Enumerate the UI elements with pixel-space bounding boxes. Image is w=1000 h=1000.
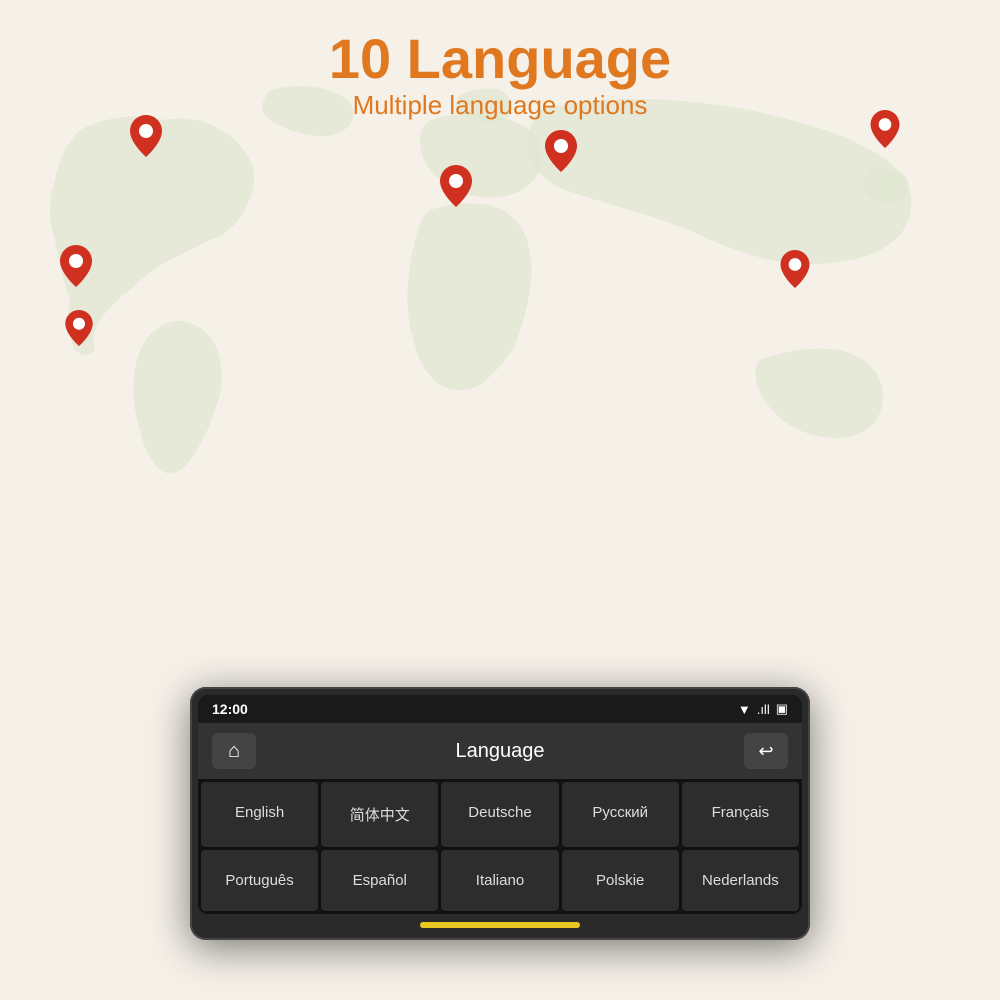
lang-italian[interactable]: Italiano: [441, 850, 558, 911]
yellow-indicator-bar: [420, 922, 580, 928]
lang-english[interactable]: English: [201, 782, 318, 847]
lang-russian[interactable]: Русский: [562, 782, 679, 847]
lang-spanish[interactable]: Español: [321, 850, 438, 911]
navigation-bar: ⌂ Language ↩: [198, 723, 802, 779]
home-icon: ⌂: [228, 740, 240, 763]
header-section: 10 Language Multiple language options: [0, 28, 1000, 121]
status-time: 12:00: [212, 701, 248, 717]
device-frame: 12:00 ▼ .ıll ▣ ⌂ Language ↩: [190, 687, 810, 940]
map-pin-2: [130, 115, 162, 157]
status-bar: 12:00 ▼ .ıll ▣: [198, 695, 802, 723]
lang-portuguese[interactable]: Português: [201, 850, 318, 911]
lang-german[interactable]: Deutsche: [441, 782, 558, 847]
map-pin-6: [780, 250, 810, 288]
language-grid: English 简体中文 Deutsche Русский Français P…: [198, 779, 802, 914]
back-button[interactable]: ↩: [744, 733, 788, 769]
back-icon: ↩: [758, 741, 773, 762]
status-icons: ▼ .ıll ▣: [738, 701, 788, 717]
lang-french[interactable]: Français: [682, 782, 799, 847]
signal-icon: .ıll: [757, 702, 770, 717]
header-subtitle: Multiple language options: [0, 90, 1000, 121]
map-pin-5: [545, 130, 577, 172]
screen-title: Language: [266, 740, 734, 763]
lang-dutch[interactable]: Nederlands: [682, 850, 799, 911]
header-title: 10 Language: [0, 28, 1000, 90]
home-button[interactable]: ⌂: [212, 733, 256, 769]
lang-polish[interactable]: Polskie: [562, 850, 679, 911]
map-pin-1: [60, 245, 92, 287]
lang-chinese[interactable]: 简体中文: [321, 782, 438, 847]
battery-icon: ▣: [776, 701, 788, 717]
device-screen: 12:00 ▼ .ıll ▣ ⌂ Language ↩: [198, 695, 802, 914]
map-pin-4: [440, 165, 472, 207]
device-container: 12:00 ▼ .ıll ▣ ⌂ Language ↩: [190, 687, 810, 940]
map-pin-3: [65, 310, 93, 346]
wifi-icon: ▼: [738, 702, 751, 717]
